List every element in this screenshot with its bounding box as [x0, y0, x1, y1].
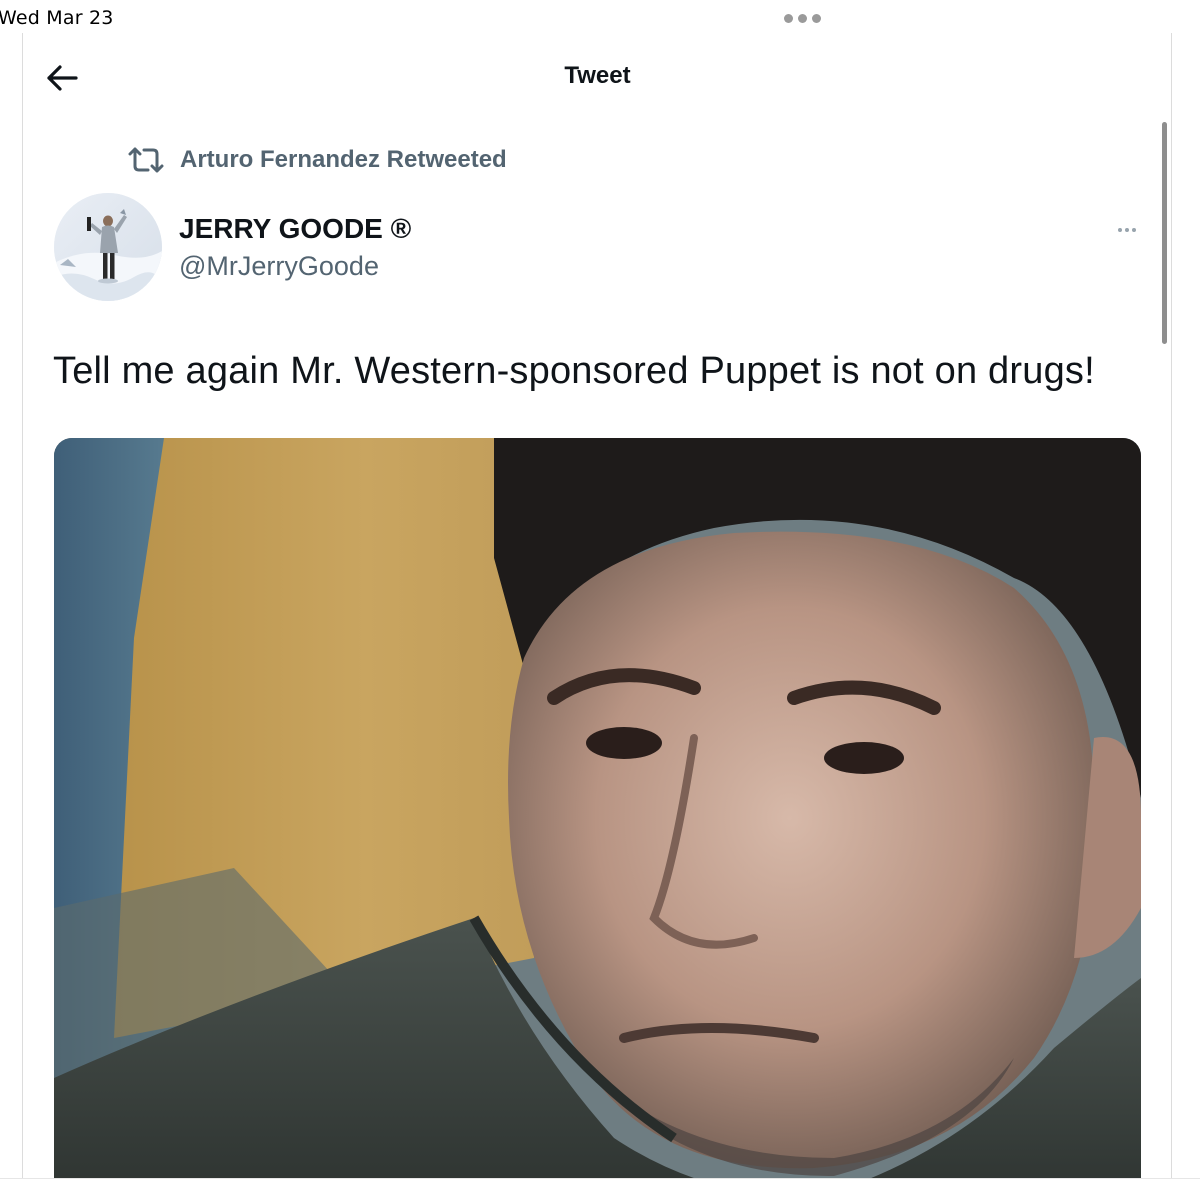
- page-title: Tweet: [564, 62, 631, 89]
- avatar-image: [54, 193, 162, 301]
- retweet-icon: [128, 147, 164, 173]
- more-horizontal-icon: [1118, 228, 1122, 232]
- tweet-text: Tell me again Mr. Western-sponsored Pupp…: [53, 350, 1095, 392]
- more-options-button[interactable]: [1112, 222, 1142, 238]
- status-bar-time: Wed Mar 23: [0, 7, 114, 29]
- multitasking-handle[interactable]: [784, 14, 821, 23]
- author-display-name[interactable]: JERRY GOODE ®: [179, 213, 411, 245]
- retweeted-by-label[interactable]: Arturo Fernandez Retweeted: [180, 146, 507, 174]
- social-context: Arturo Fernandez Retweeted: [128, 142, 507, 178]
- author-handle[interactable]: @MrJerryGoode: [179, 251, 379, 282]
- tweet-detail-screen: Wed Mar 23 Tweet Arturo Fernandez Retwee…: [0, 0, 1200, 1179]
- photo-image: [54, 438, 1141, 1179]
- tweet-media-photo[interactable]: [54, 438, 1141, 1179]
- scrollbar[interactable]: [1162, 122, 1167, 344]
- avatar[interactable]: [54, 193, 162, 301]
